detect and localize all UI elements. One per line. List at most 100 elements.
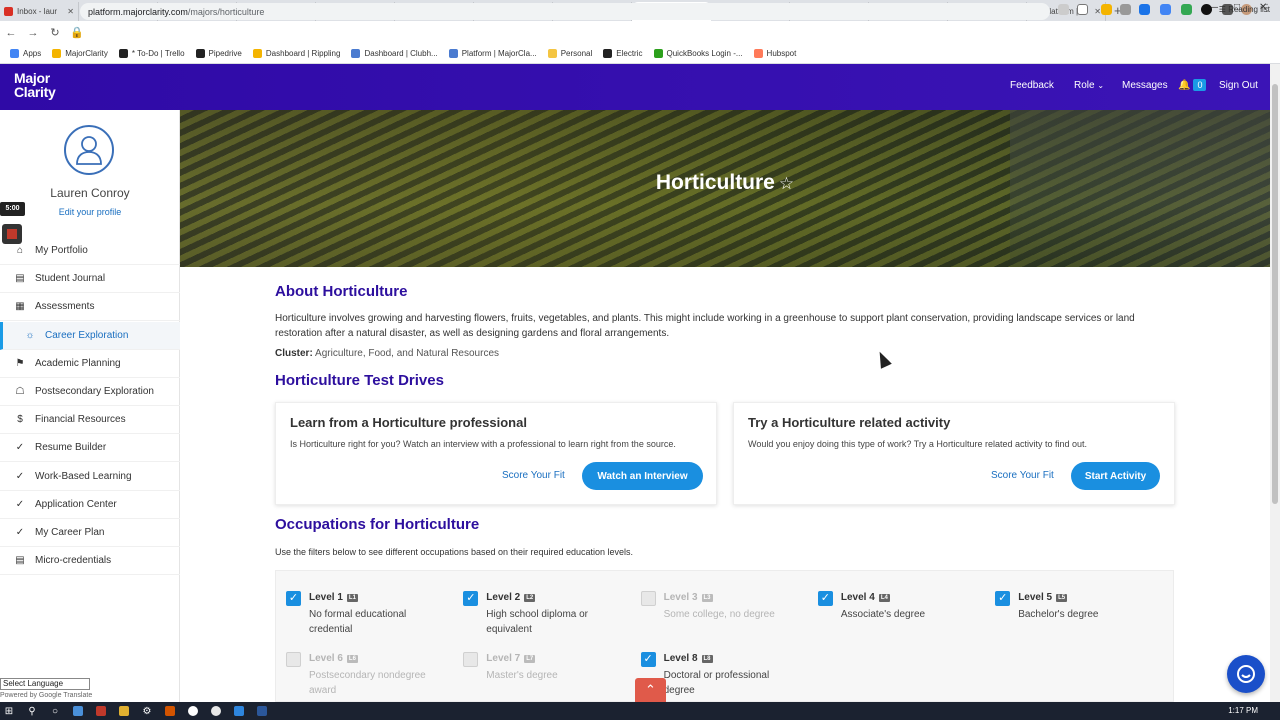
back-icon[interactable]: ← <box>0 27 22 39</box>
task-view-icon[interactable]: ○ <box>46 702 64 720</box>
reload-icon[interactable]: ↻ <box>44 26 66 39</box>
bookmark-item[interactable]: Pipedrive <box>195 49 242 58</box>
sidebar-item[interactable]: $ Financial Resources <box>0 406 180 435</box>
bookmark-item[interactable]: * To-Do | Trello <box>118 49 185 58</box>
feedback-link[interactable]: Feedback <box>1010 80 1054 91</box>
bookmark-item[interactable]: Hubspot <box>753 49 796 58</box>
level-checkbox[interactable]: ✓ <box>817 591 833 606</box>
extension-icon[interactable] <box>1201 4 1212 15</box>
score-your-fit-link[interactable]: Score Your Fit <box>991 470 1054 481</box>
watch-interview-button[interactable]: Watch an Interview <box>582 462 703 490</box>
level-checkbox[interactable]: ✓ <box>463 591 479 606</box>
favorite-star-icon[interactable]: ☆ <box>779 174 794 193</box>
bookmark-item[interactable]: QuickBooks Login -... <box>653 49 743 58</box>
bookmark-item[interactable]: Electric <box>603 49 643 58</box>
drive-extension-icon[interactable] <box>1101 4 1112 15</box>
settings-icon[interactable]: ⚙ <box>138 702 156 720</box>
clipboard-icon: ▦ <box>15 301 25 313</box>
forward-icon[interactable]: → <box>22 27 44 39</box>
avatar[interactable] <box>64 125 114 175</box>
extension-icon[interactable] <box>1181 4 1192 15</box>
language-select[interactable]: Select Language <box>0 678 90 690</box>
house-icon: ⌂ <box>16 245 24 256</box>
sidebar-item[interactable]: ✓ Application Center <box>0 491 180 519</box>
system-clock: 1:17 PM <box>1228 706 1258 715</box>
edit-profile-link[interactable]: Edit your profile <box>0 207 180 217</box>
level-checkbox[interactable]: ✓ <box>286 591 301 606</box>
level-description: Doctoral or professional degree <box>663 670 770 696</box>
extension-icon[interactable] <box>1139 4 1150 15</box>
notification-count-badge: 0 <box>1193 79 1207 91</box>
sidebar-item[interactable]: ⌂ My Portfolio <box>0 237 180 265</box>
majorclarity-logo[interactable]: Major Clarity <box>14 71 56 100</box>
bookmark-item[interactable]: Apps <box>10 49 41 58</box>
windows-start-icon[interactable]: ⊞ <box>0 702 18 720</box>
bookmark-item[interactable]: Platform | MajorCla... <box>448 49 537 58</box>
check-circle-icon: ✓ <box>15 442 25 454</box>
scroll-to-top-button[interactable]: ⌃ <box>635 678 666 702</box>
bookmark-item[interactable]: MajorClarity <box>52 49 108 58</box>
score-your-fit-link[interactable]: Score Your Fit <box>502 470 565 481</box>
start-activity-button[interactable]: Start Activity <box>1071 462 1160 490</box>
sidebar-item[interactable]: ☖ Postsecondary Exploration <box>0 378 180 406</box>
close-tab-icon[interactable]: ✕ <box>67 7 74 16</box>
sidebar-item[interactable]: ✓ Resume Builder <box>0 434 180 463</box>
chrome-icon[interactable] <box>184 702 202 720</box>
sidebar-item[interactable]: ▤ Student Journal <box>0 265 180 294</box>
level-badge: L1 <box>346 594 358 602</box>
level-description: High school diploma or equivalent <box>486 609 589 635</box>
sidebar-item[interactable]: ▤ Micro-credentials <box>0 547 180 576</box>
taskbar-app-icon[interactable] <box>230 702 248 720</box>
sidebar-item[interactable]: ☼ Career Exploration <box>0 321 180 350</box>
taskbar-app-icon[interactable] <box>69 702 87 720</box>
bookmark-item[interactable]: Dashboard | Clubh... <box>351 49 438 58</box>
search-icon[interactable]: ⚲ <box>23 702 41 720</box>
sidebar-item[interactable]: ▦ Assessments <box>0 293 180 322</box>
page-title-text: Horticulture <box>655 171 775 194</box>
url-host: platform.majorclarity.com <box>88 6 188 17</box>
bookmark-label: Dashboard | Clubh... <box>364 49 438 58</box>
reading-list-button[interactable]: ☰ Reading list <box>1219 5 1270 14</box>
extension-icon[interactable] <box>1160 4 1171 15</box>
bookmark-item[interactable]: Dashboard | Rippling <box>252 49 340 58</box>
recording-timer: 5:00 <box>0 202 25 216</box>
page-scrollbar[interactable] <box>1270 64 1280 702</box>
extension-icon[interactable] <box>1120 4 1131 15</box>
taskbar-app-icon[interactable] <box>115 702 133 720</box>
level-checkbox[interactable]: ✓ <box>640 652 656 667</box>
sidebar-item[interactable]: ✓ Work-Based Learning <box>0 463 180 491</box>
sidebar-item[interactable]: ✓ My Career Plan <box>0 519 180 547</box>
level-checkbox[interactable] <box>286 652 301 667</box>
bookmark-label: QuickBooks Login -... <box>666 49 743 58</box>
stop-recording-button[interactable] <box>2 224 22 244</box>
browser-tab[interactable]: Inbox - laur ✕ <box>0 2 79 21</box>
level-name: Level 8 L8 <box>664 653 713 664</box>
sidebar-item-label: Academic Planning <box>35 357 121 369</box>
level-checkbox[interactable]: ✓ <box>995 591 1011 606</box>
chrome-icon[interactable] <box>207 702 225 720</box>
star-bookmark-icon[interactable] <box>1077 4 1088 15</box>
logo-line-2: Clarity <box>14 84 56 100</box>
share-icon[interactable] <box>1058 4 1069 15</box>
app-header: Major Clarity Feedback Role ⌄ Messages 🔔… <box>0 64 1270 110</box>
taskbar-app-icon[interactable] <box>92 702 110 720</box>
level-checkbox[interactable] <box>640 591 656 606</box>
sign-out-link[interactable]: Sign Out <box>1219 80 1258 91</box>
url-field[interactable]: platform.majorclarity.com/majors/horticu… <box>80 3 1050 20</box>
role-dropdown[interactable]: Role ⌄ <box>1074 80 1104 91</box>
messages-link[interactable]: Messages <box>1122 80 1168 91</box>
word-icon[interactable] <box>253 702 271 720</box>
taskbar-app-icon[interactable] <box>161 702 179 720</box>
about-description: Horticulture involves growing and harves… <box>275 313 1135 339</box>
level-checkbox[interactable] <box>463 652 479 667</box>
card-description: Is Horticulture right for you? Watch an … <box>290 439 676 449</box>
bookmark-favicon-icon <box>195 49 205 58</box>
level-badge: L6 <box>346 655 358 663</box>
bookmark-item[interactable]: Personal <box>547 49 592 58</box>
chat-support-button[interactable] <box>1227 655 1265 693</box>
lock-icon[interactable]: 🔒 <box>66 26 88 39</box>
sidebar-item[interactable]: ⚑ Academic Planning <box>0 350 180 378</box>
notifications-button[interactable]: 🔔 0 <box>1178 79 1207 91</box>
close-tab-icon[interactable]: ✕ <box>1094 7 1101 16</box>
scrollbar-thumb[interactable] <box>1272 84 1278 504</box>
